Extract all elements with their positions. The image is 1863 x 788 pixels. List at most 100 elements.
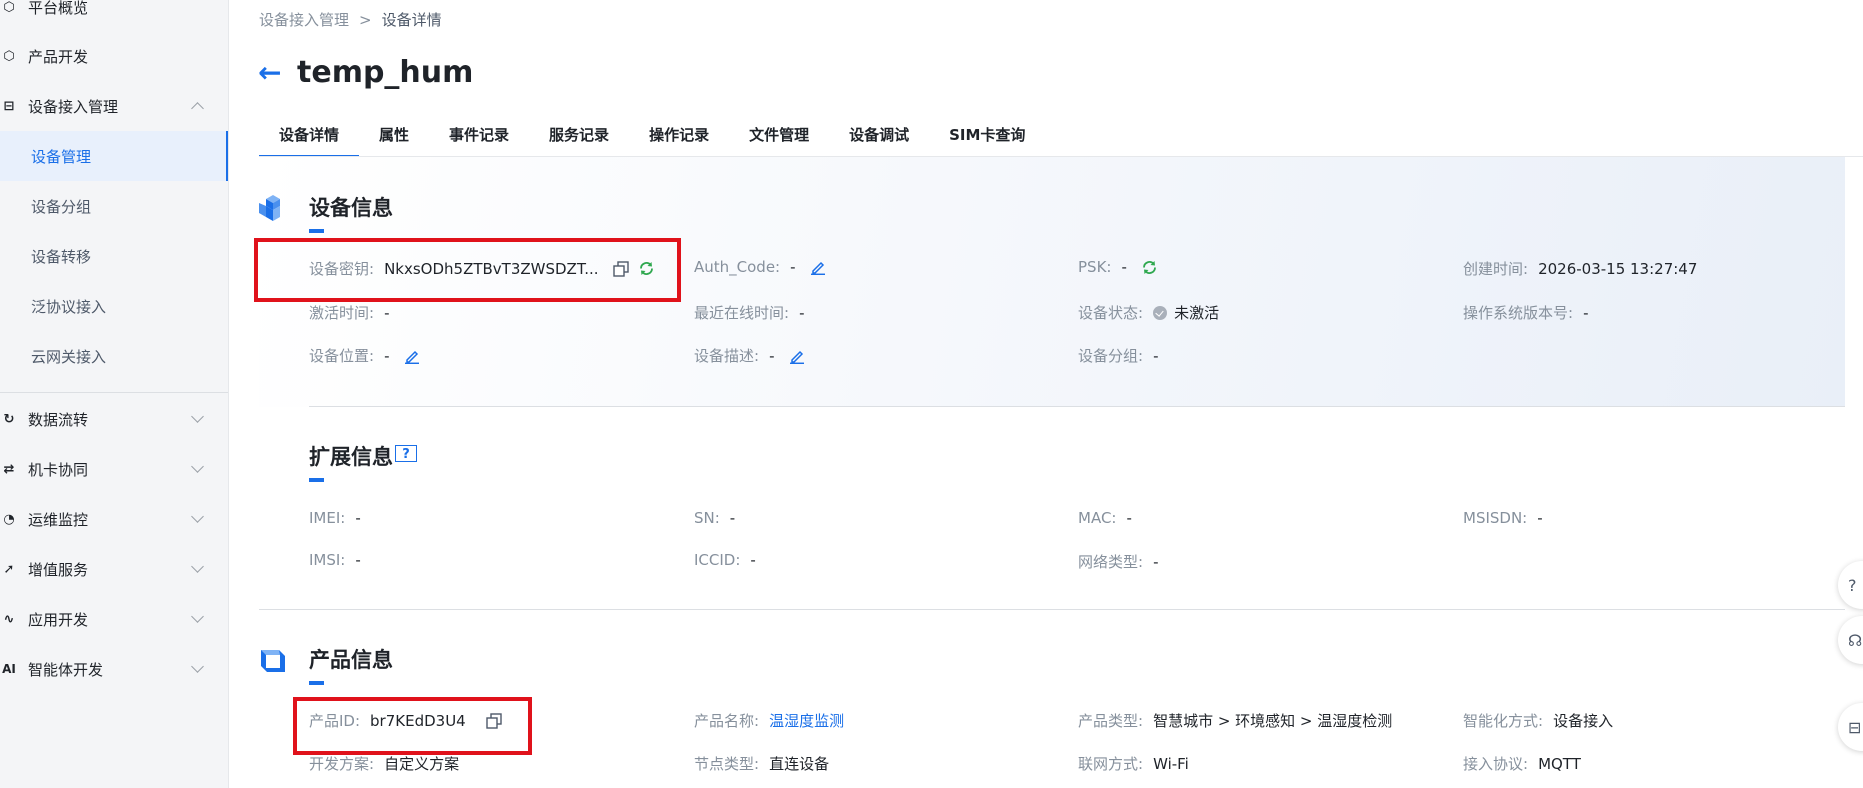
imei-value: - bbox=[355, 509, 361, 527]
chevron-down-icon bbox=[191, 460, 204, 473]
sidebar-item-card-sync[interactable]: ⇄ 机卡协同 bbox=[0, 444, 228, 494]
tab-device-details[interactable]: 设备详情 bbox=[259, 121, 360, 157]
auth-code-value: - bbox=[790, 258, 796, 276]
field-label: 开发方案: bbox=[309, 755, 375, 773]
tab-properties[interactable]: 属性 bbox=[359, 121, 429, 155]
breadcrumb-current: 设备详情 bbox=[381, 11, 442, 29]
sidebar-item-label: 产品开发 bbox=[28, 47, 89, 66]
sidebar-item-device-transfer[interactable]: 设备转移 bbox=[0, 231, 228, 281]
overview-icon: ⬡ bbox=[3, 0, 15, 15]
field-label: MSISDN: bbox=[1463, 509, 1528, 527]
sidebar-item-label: 平台概览 bbox=[28, 0, 89, 17]
msisdn-value: - bbox=[1537, 509, 1543, 527]
breadcrumb-parent[interactable]: 设备接入管理 bbox=[259, 11, 349, 29]
field-label: 接入协议: bbox=[1463, 755, 1529, 773]
product-type-field: 产品类型: 智慧城市 > 环境感知 > 温湿度检测 bbox=[1078, 710, 1392, 731]
sidebar-subitem-label: 设备转移 bbox=[31, 247, 92, 266]
sidebar-item-label: 应用开发 bbox=[28, 610, 89, 629]
product-type-value: 智慧城市 > 环境感知 > 温湿度检测 bbox=[1153, 712, 1393, 730]
sidebar-item-app-dev[interactable]: ∿ 应用开发 bbox=[0, 594, 228, 644]
section-divider bbox=[309, 406, 1845, 407]
sidebar-item-cloud-gateway[interactable]: 云网关接入 bbox=[0, 331, 228, 381]
refresh-icon[interactable] bbox=[1141, 259, 1158, 276]
service-float-button[interactable]: ☊ bbox=[1838, 616, 1863, 664]
activated-time-field: 激活时间: - bbox=[309, 302, 389, 323]
sidebar-item-data-flow[interactable]: ↻ 数据流转 bbox=[0, 394, 228, 444]
help-float-button[interactable]: ? bbox=[1838, 561, 1863, 609]
sidebar-item-value-added[interactable]: ➚ 增值服务 bbox=[0, 544, 228, 594]
protocol-value: MQTT bbox=[1538, 754, 1581, 773]
device-description-field: 设备描述: - bbox=[694, 345, 805, 366]
sidebar-item-generic-protocol[interactable]: 泛协议接入 bbox=[0, 281, 228, 331]
tab-sim-query[interactable]: SIM卡查询 bbox=[929, 121, 1045, 155]
chevron-down-icon bbox=[191, 410, 204, 423]
field-label: 操作系统版本号: bbox=[1463, 304, 1574, 322]
panel-icon: ⊟ bbox=[1848, 717, 1862, 737]
field-label: IMEI: bbox=[309, 509, 346, 527]
back-arrow-icon[interactable]: ← bbox=[258, 59, 281, 87]
collapse-float-button[interactable]: ⊟ bbox=[1838, 703, 1863, 751]
device-cubes-icon bbox=[259, 195, 280, 221]
network-type-field: 网络类型: - bbox=[1078, 551, 1158, 572]
device-location-field: 设备位置: - bbox=[309, 345, 420, 366]
created-time-value: 2026-03-15 13:27:47 bbox=[1538, 259, 1698, 278]
highlight-box-product-id bbox=[293, 697, 532, 755]
sidebar-subitem-label: 云网关接入 bbox=[31, 347, 107, 366]
sidebar-item-monitor[interactable]: ◔ 运维监控 bbox=[0, 494, 228, 544]
field-label: 激活时间: bbox=[309, 304, 375, 322]
auth-code-field: Auth_Code: - bbox=[694, 258, 827, 276]
sidebar-subitem-label: 设备分组 bbox=[31, 197, 92, 216]
sidebar-item-device-management[interactable]: 设备管理 bbox=[0, 131, 228, 181]
sidebar-item-device-group[interactable]: 设备分组 bbox=[0, 181, 228, 231]
app-dev-icon: ∿ bbox=[3, 611, 15, 627]
tab-file-management[interactable]: 文件管理 bbox=[729, 121, 829, 155]
sidebar-subitem-label: 设备管理 bbox=[31, 147, 92, 166]
edit-icon[interactable] bbox=[810, 259, 827, 276]
card-sync-icon: ⇄ bbox=[3, 461, 15, 477]
breadcrumb-separator: > bbox=[359, 11, 372, 29]
sidebar-item-device-access[interactable]: ⊟ 设备接入管理 bbox=[0, 81, 228, 131]
sn-value: - bbox=[729, 509, 736, 527]
section-accent-bar bbox=[309, 229, 324, 233]
monitor-icon: ◔ bbox=[3, 511, 15, 527]
field-label: PSK: bbox=[1078, 258, 1112, 276]
device-info-title: 设备信息 bbox=[309, 196, 393, 220]
os-version-field: 操作系统版本号: - bbox=[1463, 302, 1588, 323]
tab-device-debug[interactable]: 设备调试 bbox=[829, 121, 929, 155]
breadcrumb: 设备接入管理 > 设备详情 bbox=[259, 9, 442, 30]
chevron-down-icon bbox=[191, 560, 204, 573]
device-access-icon: ⊟ bbox=[3, 98, 15, 114]
field-label: 智能化方式: bbox=[1463, 712, 1544, 730]
network-mode-value: Wi-Fi bbox=[1153, 754, 1189, 773]
highlight-box-device-key bbox=[254, 238, 681, 302]
sidebar-item-product-dev[interactable]: ⬡ 产品开发 bbox=[0, 31, 228, 81]
field-label: IMSI: bbox=[309, 551, 346, 569]
product-name-link[interactable]: 温湿度监测 bbox=[769, 710, 844, 731]
value-added-icon: ➚ bbox=[3, 561, 15, 577]
protocol-field: 接入协议: MQTT bbox=[1463, 753, 1581, 774]
device-group-value: - bbox=[1153, 346, 1159, 365]
edit-icon[interactable] bbox=[788, 347, 805, 364]
sidebar-item-agent-dev[interactable]: AI 智能体开发 bbox=[0, 644, 228, 694]
field-label: 节点类型: bbox=[694, 755, 760, 773]
ai-icon: AI bbox=[2, 662, 16, 676]
data-flow-icon: ↻ bbox=[3, 411, 15, 427]
imsi-value: - bbox=[355, 551, 361, 569]
help-icon[interactable]: ? bbox=[395, 445, 417, 462]
device-description-value: - bbox=[769, 346, 775, 365]
field-label: 设备位置: bbox=[309, 347, 375, 365]
field-label: 创建时间: bbox=[1463, 260, 1529, 278]
psk-value: - bbox=[1121, 258, 1127, 276]
product-cube-icon: ⬡ bbox=[3, 48, 15, 64]
last-online-field: 最近在线时间: - bbox=[694, 302, 804, 323]
tab-service-log[interactable]: 服务记录 bbox=[529, 121, 629, 155]
sidebar-item-overview[interactable]: ⬡ 平台概览 bbox=[0, 0, 228, 32]
edit-icon[interactable] bbox=[403, 347, 420, 364]
tab-event-log[interactable]: 事件记录 bbox=[429, 121, 529, 155]
mac-field: MAC: - bbox=[1078, 509, 1132, 527]
field-label: 产品名称: bbox=[694, 712, 760, 730]
field-label: 设备状态: bbox=[1078, 304, 1144, 322]
tab-operation-log[interactable]: 操作记录 bbox=[629, 121, 729, 155]
section-divider bbox=[259, 609, 1845, 610]
sidebar-item-label: 增值服务 bbox=[28, 560, 89, 579]
